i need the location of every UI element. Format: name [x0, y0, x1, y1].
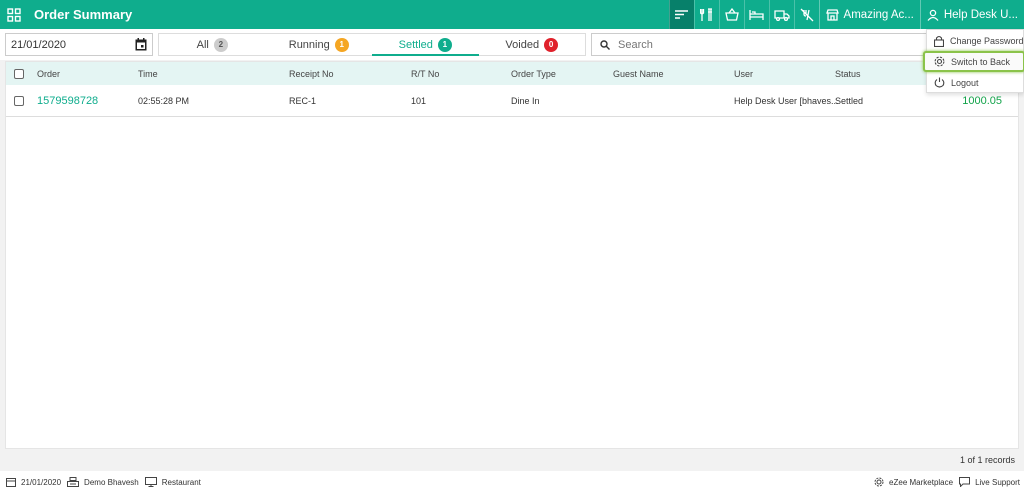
user-dropdown-menu: Change Password Switch to Back Logout: [923, 29, 1024, 93]
basket-icon[interactable]: [718, 0, 744, 29]
outlet-name: Amazing Ac...: [843, 8, 914, 21]
status-footer: 21/01/2020 Demo Bhavesh Restaurant eZee …: [0, 471, 1024, 493]
column-receipt-no[interactable]: Receipt No: [289, 69, 334, 79]
store-icon: [825, 8, 839, 21]
apps-grid-icon[interactable]: [0, 0, 28, 29]
tab-running[interactable]: Running 1: [266, 34, 373, 55]
cash-register-icon: [67, 477, 80, 487]
tab-all[interactable]: All 2: [159, 34, 266, 55]
records-text: 1 of 1 records: [959, 455, 1015, 465]
dining-icon[interactable]: [693, 0, 719, 29]
footer-links: eZee Marketplace Live Support: [868, 471, 1020, 493]
calendar-icon: [6, 478, 16, 487]
no-service-icon[interactable]: [793, 0, 819, 29]
tab-label: Running: [288, 38, 330, 51]
order-type: Dine In: [511, 95, 540, 106]
marketplace-link[interactable]: eZee Marketplace: [874, 477, 953, 487]
top-bar: Order Summary Amazing Ac... Help Desk U.…: [0, 0, 1024, 29]
column-guest-name[interactable]: Guest Name: [613, 69, 664, 79]
receipt-no: REC-1: [289, 95, 317, 106]
date-value: 21/01/2020: [11, 38, 67, 51]
tab-settled[interactable]: Settled 1: [372, 34, 479, 56]
column-time[interactable]: Time: [138, 69, 158, 79]
order-user: Help Desk User [bhaves...: [734, 95, 839, 106]
date-picker[interactable]: 21/01/2020: [5, 33, 153, 56]
power-icon: [934, 77, 945, 88]
search-icon: [600, 39, 610, 50]
chat-icon: [959, 477, 971, 487]
tab-label: Settled: [398, 38, 433, 51]
menu-item-logout[interactable]: Logout: [927, 72, 1024, 93]
search-input[interactable]: [618, 38, 918, 51]
records-count: 1 of 1 records: [5, 449, 1019, 471]
select-all-checkbox[interactable]: [14, 68, 24, 79]
column-order[interactable]: Order: [37, 69, 60, 79]
calendar-icon[interactable]: [135, 38, 147, 51]
footer-date: 21/01/2020: [6, 477, 61, 487]
table-header: Order Time Receipt No R/T No Order Type …: [6, 62, 1018, 85]
column-status[interactable]: Status: [835, 69, 861, 79]
footer-user: Demo Bhavesh: [67, 477, 139, 487]
row-checkbox[interactable]: [14, 95, 24, 106]
order-status: Settled: [835, 95, 864, 106]
user-menu-toggle[interactable]: Help Desk U...: [919, 0, 1024, 29]
menu-item-switch-to-back[interactable]: Switch to Back: [923, 51, 1024, 72]
order-time: 02:55:28 PM: [138, 95, 190, 106]
gear-icon: [934, 56, 945, 67]
orders-table: Order Time Receipt No R/T No Order Type …: [5, 61, 1019, 449]
footer-mode: Restaurant: [144, 477, 201, 487]
table-row[interactable]: 1579598728 02:55:28 PM REC-1 101 Dine In…: [6, 85, 1018, 117]
count-badge: 2: [213, 37, 228, 52]
tab-voided[interactable]: Voided 0: [479, 34, 586, 55]
outlet-selector[interactable]: Amazing Ac...: [818, 0, 920, 29]
delivery-truck-icon[interactable]: [768, 0, 794, 29]
monitor-icon: [144, 477, 157, 487]
filter-bar: 21/01/2020 All 2 Running 1 Settled 1 Voi…: [0, 29, 1024, 60]
count-badge: 1: [437, 37, 452, 52]
tab-label: All: [196, 38, 209, 51]
order-number-link[interactable]: 1579598728: [37, 95, 98, 107]
menu-item-change-password[interactable]: Change Password: [927, 30, 1024, 51]
column-user[interactable]: User: [734, 69, 753, 79]
user-name: Help Desk U...: [943, 8, 1018, 21]
count-badge: 1: [334, 37, 349, 52]
gear-icon: [874, 477, 884, 487]
live-support-link[interactable]: Live Support: [959, 477, 1020, 487]
order-amount: 1000.05: [962, 94, 1002, 107]
page-title: Order Summary: [34, 7, 133, 22]
bed-icon[interactable]: [743, 0, 769, 29]
user-icon: [927, 9, 939, 21]
rt-no: 101: [411, 95, 427, 106]
count-badge: 0: [544, 37, 559, 52]
column-rt-no[interactable]: R/T No: [411, 69, 439, 79]
lock-icon: [934, 35, 944, 47]
search-box: [591, 33, 931, 56]
column-order-type[interactable]: Order Type: [511, 69, 556, 79]
status-tabs: All 2 Running 1 Settled 1 Voided 0: [158, 33, 586, 56]
top-nav-icons: Amazing Ac... Help Desk U...: [668, 0, 1024, 29]
tab-label: Voided: [505, 38, 540, 51]
sort-icon[interactable]: [668, 0, 694, 29]
